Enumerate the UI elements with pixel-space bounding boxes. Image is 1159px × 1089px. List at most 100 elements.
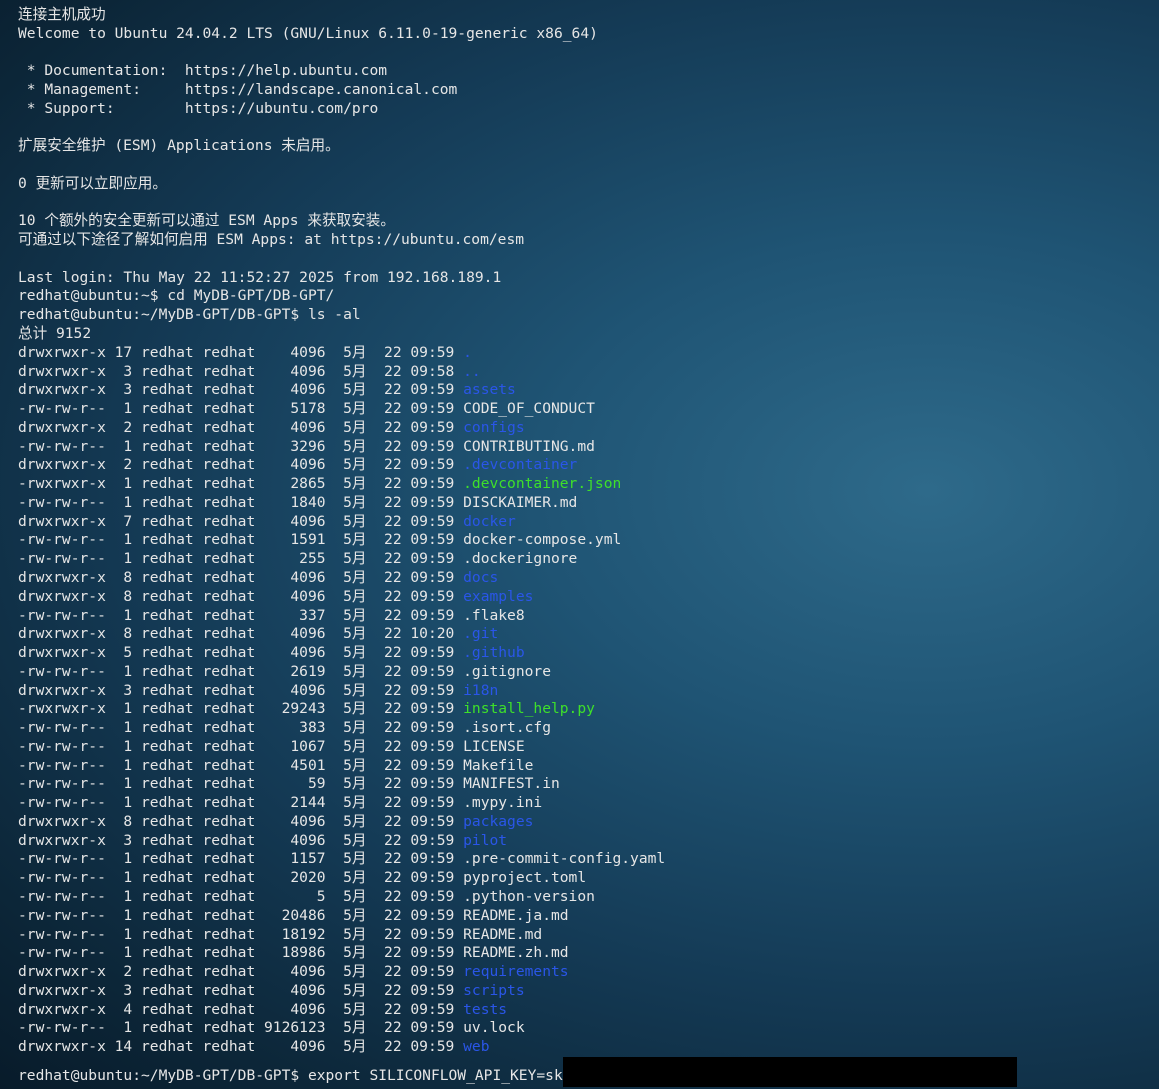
listing-row-meta: -rw-rw-r-- 1 redhat redhat 2144 5月 22 09… — [18, 794, 464, 812]
directory-name: scripts — [463, 981, 525, 999]
listing-row-meta: drwxrwxr-x 17 redhat redhat 4096 5月 22 0… — [18, 343, 464, 361]
directory-name: web — [463, 1038, 490, 1056]
file-name: README.md — [463, 925, 543, 943]
listing-row: -rw-rw-r-- 1 redhat redhat 18192 5月 22 0… — [18, 926, 1153, 945]
file-name: .python-version — [463, 887, 595, 905]
listing-row-meta: -rwxrwxr-x 1 redhat redhat 29243 5月 22 0… — [18, 700, 464, 718]
listing-row: -rw-rw-r-- 1 redhat redhat 2619 5月 22 09… — [18, 663, 1153, 682]
listing-row: drwxrwxr-x 5 redhat redhat 4096 5月 22 09… — [18, 644, 1153, 663]
terminal-line: Welcome to Ubuntu 24.04.2 LTS (GNU/Linux… — [18, 24, 598, 42]
listing-row-meta: -rw-rw-r-- 1 redhat redhat 5 5月 22 09:59 — [18, 887, 464, 905]
file-name: Makefile — [463, 756, 534, 774]
file-name: CONTRIBUTING.md — [463, 437, 595, 455]
listing-row-meta: -rw-rw-r-- 1 redhat redhat 9126123 5月 22… — [18, 1019, 464, 1037]
listing-row: -rw-rw-r-- 1 redhat redhat 5178 5月 22 09… — [18, 400, 1153, 419]
directory-name: pilot — [463, 831, 508, 849]
export-command-text: redhat@ubuntu:~/MyDB-GPT/DB-GPT$ export … — [18, 1066, 563, 1084]
listing-row: -rw-rw-r-- 1 redhat redhat 1067 5月 22 09… — [18, 738, 1153, 757]
directory-name: packages — [463, 812, 534, 830]
listing-row: -rw-rw-r-- 1 redhat redhat 18986 5月 22 0… — [18, 944, 1153, 963]
listing-row: -rw-rw-r-- 1 redhat redhat 1591 5月 22 09… — [18, 531, 1153, 550]
listing-row-meta: -rw-rw-r-- 1 redhat redhat 1591 5月 22 09… — [18, 531, 464, 549]
listing-row-meta: -rw-rw-r-- 1 redhat redhat 1840 5月 22 09… — [18, 493, 464, 511]
file-name: pyproject.toml — [463, 869, 587, 887]
directory-name: .. — [463, 362, 481, 380]
listing-row-meta: drwxrwxr-x 7 redhat redhat 4096 5月 22 09… — [18, 512, 464, 530]
directory-name: examples — [463, 587, 534, 605]
file-name: README.zh.md — [463, 944, 569, 962]
listing-row: -rwxrwxr-x 1 redhat redhat 2865 5月 22 09… — [18, 475, 1153, 494]
listing-row: -rw-rw-r-- 1 redhat redhat 1157 5月 22 09… — [18, 850, 1153, 869]
listing-row-meta: -rw-rw-r-- 1 redhat redhat 59 5月 22 09:5… — [18, 775, 464, 793]
listing-row: -rw-rw-r-- 1 redhat redhat 59 5月 22 09:5… — [18, 775, 1153, 794]
listing-row: -rw-rw-r-- 1 redhat redhat 5 5月 22 09:59… — [18, 888, 1153, 907]
terminal-line: redhat@ubuntu:~$ cd MyDB-GPT/DB-GPT/ — [18, 287, 335, 305]
terminal-line: 10 个额外的安全更新可以通过 ESM Apps 来获取安装。 — [18, 212, 395, 230]
listing-row: drwxrwxr-x 14 redhat redhat 4096 5月 22 0… — [18, 1038, 1153, 1057]
listing-row-meta: -rwxrwxr-x 1 redhat redhat 2865 5月 22 09… — [18, 475, 464, 493]
terminal-line: 扩展安全维护 (ESM) Applications 未启用。 — [18, 137, 340, 155]
file-name: LICENSE — [463, 737, 525, 755]
listing-row: drwxrwxr-x 2 redhat redhat 4096 5月 22 09… — [18, 963, 1153, 982]
directory-name: configs — [463, 418, 525, 436]
listing-row: drwxrwxr-x 4 redhat redhat 4096 5月 22 09… — [18, 1001, 1153, 1020]
redacted-api-key-block — [562, 1056, 1017, 1087]
listing-row: -rwxrwxr-x 1 redhat redhat 29243 5月 22 0… — [18, 700, 1153, 719]
listing-row: drwxrwxr-x 3 redhat redhat 4096 5月 22 09… — [18, 363, 1153, 382]
listing-row-meta: drwxrwxr-x 4 redhat redhat 4096 5月 22 09… — [18, 1000, 464, 1018]
file-name: CODE_OF_CONDUCT — [463, 400, 595, 418]
file-name: .dockerignore — [463, 550, 578, 568]
listing-row-meta: -rw-rw-r-- 1 redhat redhat 20486 5月 22 0… — [18, 906, 464, 924]
listing-row-meta: -rw-rw-r-- 1 redhat redhat 337 5月 22 09:… — [18, 606, 464, 624]
listing-row-meta: drwxrwxr-x 3 redhat redhat 4096 5月 22 09… — [18, 381, 464, 399]
listing-row: drwxrwxr-x 2 redhat redhat 4096 5月 22 09… — [18, 456, 1153, 475]
terminal-line: 0 更新可以立即应用。 — [18, 174, 167, 192]
listing-row-meta: drwxrwxr-x 3 redhat redhat 4096 5月 22 09… — [18, 831, 464, 849]
terminal-line: * Support: https://ubuntu.com/pro — [18, 99, 379, 117]
listing-row: drwxrwxr-x 8 redhat redhat 4096 5月 22 09… — [18, 588, 1153, 607]
file-name: DISCKAIMER.md — [463, 493, 578, 511]
terminal-line: 可通过以下途径了解如何启用 ESM Apps: at https://ubunt… — [18, 231, 525, 249]
listing-row: drwxrwxr-x 8 redhat redhat 4096 5月 22 09… — [18, 569, 1153, 588]
listing-row: -rw-rw-r-- 1 redhat redhat 1840 5月 22 09… — [18, 494, 1153, 513]
listing-row-meta: -rw-rw-r-- 1 redhat redhat 18986 5月 22 0… — [18, 944, 464, 962]
listing-row-meta: drwxrwxr-x 8 redhat redhat 4096 5月 22 10… — [18, 625, 464, 643]
directory-name: docs — [463, 568, 499, 586]
listing-row-meta: drwxrwxr-x 3 redhat redhat 4096 5月 22 09… — [18, 681, 464, 699]
listing-row: drwxrwxr-x 3 redhat redhat 4096 5月 22 09… — [18, 982, 1153, 1001]
terminal-line: 连接主机成功 — [18, 6, 106, 23]
listing-row: -rw-rw-r-- 1 redhat redhat 9126123 5月 22… — [18, 1019, 1153, 1038]
directory-name: tests — [463, 1000, 508, 1018]
listing-row-meta: -rw-rw-r-- 1 redhat redhat 18192 5月 22 0… — [18, 925, 464, 943]
terminal-line: * Documentation: https://help.ubuntu.com — [18, 62, 388, 80]
executable-name: install_help.py — [463, 700, 595, 718]
listing-row: -rw-rw-r-- 1 redhat redhat 255 5月 22 09:… — [18, 550, 1153, 569]
listing-row-meta: drwxrwxr-x 3 redhat redhat 4096 5月 22 09… — [18, 362, 464, 380]
listing-row-meta: drwxrwxr-x 14 redhat redhat 4096 5月 22 0… — [18, 1038, 464, 1056]
listing-row: drwxrwxr-x 3 redhat redhat 4096 5月 22 09… — [18, 381, 1153, 400]
listing-row: -rw-rw-r-- 1 redhat redhat 383 5月 22 09:… — [18, 719, 1153, 738]
listing-row: drwxrwxr-x 17 redhat redhat 4096 5月 22 0… — [18, 344, 1153, 363]
listing-row-meta: drwxrwxr-x 2 redhat redhat 4096 5月 22 09… — [18, 456, 464, 474]
listing-row-meta: -rw-rw-r-- 1 redhat redhat 1157 5月 22 09… — [18, 850, 464, 868]
listing-row-meta: drwxrwxr-x 3 redhat redhat 4096 5月 22 09… — [18, 981, 464, 999]
listing-row-meta: -rw-rw-r-- 1 redhat redhat 1067 5月 22 09… — [18, 737, 464, 755]
listing-row-meta: drwxrwxr-x 2 redhat redhat 4096 5月 22 09… — [18, 963, 464, 981]
directory-listing: drwxrwxr-x 17 redhat redhat 4096 5月 22 0… — [18, 344, 1153, 1057]
directory-name: requirements — [463, 963, 569, 981]
listing-row-meta: drwxrwxr-x 2 redhat redhat 4096 5月 22 09… — [18, 418, 464, 436]
file-name: .mypy.ini — [463, 794, 543, 812]
directory-name: assets — [463, 381, 516, 399]
intro-block: 连接主机成功 Welcome to Ubuntu 24.04.2 LTS (GNU… — [18, 6, 1153, 344]
terminal-line: 总计 9152 — [18, 325, 92, 343]
listing-row: drwxrwxr-x 3 redhat redhat 4096 5月 22 09… — [18, 682, 1153, 701]
file-name: docker-compose.yml — [463, 531, 622, 549]
listing-row-meta: drwxrwxr-x 8 redhat redhat 4096 5月 22 09… — [18, 812, 464, 830]
terminal-output[interactable]: 连接主机成功 Welcome to Ubuntu 24.04.2 LTS (GNU… — [18, 6, 1153, 1087]
command-prompt-line[interactable]: redhat@ubuntu:~/MyDB-GPT/DB-GPT$ export … — [18, 1056, 1153, 1087]
file-name: README.ja.md — [463, 906, 569, 924]
listing-row-meta: -rw-rw-r-- 1 redhat redhat 383 5月 22 09:… — [18, 719, 464, 737]
